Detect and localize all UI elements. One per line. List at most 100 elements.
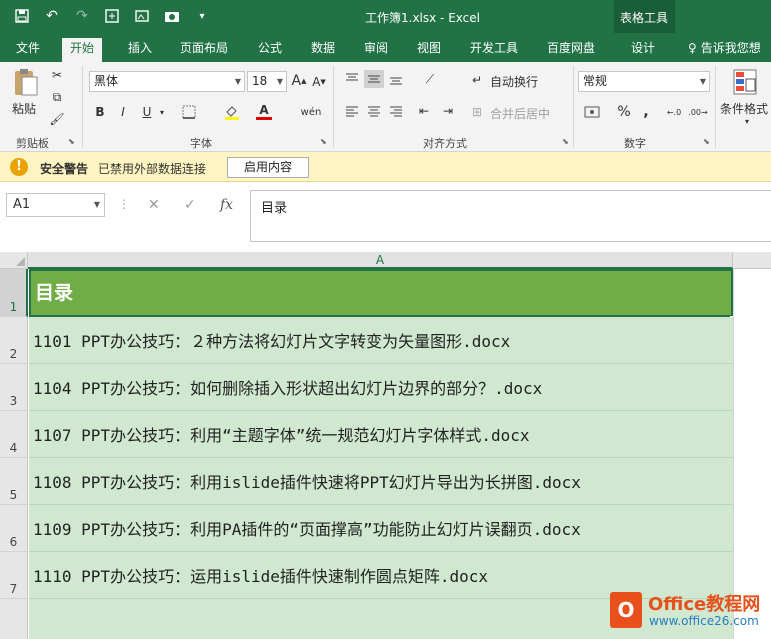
decrease-decimal-icon[interactable]: .00→	[688, 102, 708, 122]
percent-button[interactable]: %	[614, 102, 634, 122]
cell-text: 1104 PPT办公技巧：如何删除插入形状超出幻灯片边界的部分？.docx	[33, 379, 543, 398]
tab-data[interactable]: 数据	[303, 38, 343, 62]
watermark-url: www.office26.com	[649, 614, 759, 628]
enable-content-button[interactable]: 启用内容	[227, 157, 309, 178]
tab-file[interactable]: 文件	[8, 38, 48, 62]
undo-icon[interactable]: ↶	[42, 6, 62, 26]
align-bottom-icon[interactable]	[386, 70, 406, 88]
align-center-icon[interactable]	[364, 102, 384, 120]
align-top-icon[interactable]	[342, 70, 362, 88]
table-row[interactable]: 1108 PPT办公技巧：利用islide插件快速将PPT幻灯片导出为长拼图.d…	[29, 458, 733, 505]
font-size-value: 18	[252, 74, 268, 88]
formula-input[interactable]: 目录	[250, 190, 771, 242]
merge-center-button[interactable]: 合并后居中	[490, 105, 550, 122]
redo-icon[interactable]: ↷	[72, 6, 92, 26]
fill-color-icon[interactable]	[223, 102, 241, 122]
align-middle-icon[interactable]	[364, 70, 384, 88]
name-box[interactable]: A1 ▼	[6, 193, 105, 217]
chevron-down-icon[interactable]: ▾	[157, 102, 167, 122]
clipboard-group-label: 剪贴板	[16, 137, 49, 150]
row-header[interactable]: 3	[0, 364, 28, 411]
separator	[573, 66, 574, 148]
paste-label[interactable]: 粘贴	[12, 100, 36, 117]
bold-button[interactable]: B	[92, 102, 108, 122]
row-header[interactable]: 1	[0, 269, 28, 317]
number-launcher-icon[interactable]: ⬊	[703, 138, 711, 146]
row-header[interactable]	[0, 599, 28, 639]
tab-insert[interactable]: 插入	[120, 38, 160, 62]
cancel-icon[interactable]: ✕	[148, 197, 160, 213]
select-all-button[interactable]	[0, 252, 28, 269]
grow-font-button[interactable]: A ▲	[291, 71, 307, 91]
column-header-a[interactable]: A	[28, 252, 733, 269]
cell-text: 1110 PPT办公技巧：运用islide插件快速制作圆点矩阵.docx	[33, 567, 489, 586]
increase-decimal-icon[interactable]: ←.0	[664, 102, 684, 122]
borders-icon[interactable]	[180, 102, 198, 122]
chevron-down-icon[interactable]: ▾	[742, 116, 752, 126]
align-left-icon[interactable]	[342, 102, 362, 120]
decrease-indent-icon[interactable]: ⇤	[414, 102, 434, 120]
tab-developer[interactable]: 开发工具	[462, 38, 526, 62]
format-painter-icon[interactable]: 🖌	[48, 110, 66, 128]
customize-qat-icon[interactable]: ▾	[192, 6, 212, 26]
merge-center-icon[interactable]: ⊞	[469, 104, 485, 120]
comma-button[interactable]: ,	[638, 102, 654, 122]
row-number: 3	[9, 394, 18, 408]
font-color-swatch	[256, 116, 272, 120]
chevron-down-icon: ▼	[234, 77, 241, 86]
tab-view[interactable]: 视图	[409, 38, 449, 62]
accounting-format-icon[interactable]	[580, 102, 606, 122]
tab-baidu-netdisk[interactable]: 百度网盘	[539, 38, 603, 62]
table-row[interactable]: 1101 PPT办公技巧：２种方法将幻灯片文字转变为矢量图形.docx	[29, 317, 733, 364]
conditional-formatting-label[interactable]: 条件格式	[720, 100, 768, 117]
font-size-select[interactable]: 18 ▼	[247, 71, 287, 92]
alignment-group-label: 对齐方式	[423, 137, 467, 150]
clipboard-launcher-icon[interactable]: ⬊	[68, 138, 76, 146]
wrap-text-button[interactable]: 自动换行	[490, 73, 538, 90]
row-number: 1	[9, 300, 18, 314]
save-icon[interactable]	[12, 6, 32, 26]
font-color-button[interactable]: A	[255, 100, 273, 122]
phonetic-button[interactable]: wén	[299, 102, 323, 122]
row-header[interactable]: 7	[0, 552, 28, 599]
align-right-icon[interactable]	[386, 102, 406, 120]
tab-page-layout[interactable]: 页面布局	[172, 38, 236, 62]
tab-formulas[interactable]: 公式	[250, 38, 290, 62]
shrink-font-button[interactable]: A ▼	[311, 73, 327, 91]
tell-me-box[interactable]: ♀ 告诉我您想	[688, 39, 761, 56]
fit-icon[interactable]	[102, 6, 122, 26]
table-row[interactable]: 1109 PPT办公技巧：利用PA插件的“页面撑高”功能防止幻灯片误翻页.doc…	[29, 505, 733, 552]
camera-icon[interactable]	[162, 6, 182, 26]
font-name-select[interactable]: 黑体 ▼	[89, 71, 245, 92]
paste-icon[interactable]	[10, 66, 42, 98]
row-header[interactable]: 2	[0, 317, 28, 364]
table-row[interactable]: 1107 PPT办公技巧：利用“主题字体”统一规范幻灯片字体样式.docx	[29, 411, 733, 458]
insert-function-icon[interactable]: fx	[220, 197, 233, 213]
increase-indent-icon[interactable]: ⇥	[438, 102, 458, 120]
conditional-formatting-icon[interactable]	[728, 66, 762, 98]
column-b-area[interactable]	[733, 269, 771, 639]
tab-review[interactable]: 审阅	[356, 38, 396, 62]
number-format-select[interactable]: 常规 ▼	[578, 71, 710, 92]
row-header[interactable]: 4	[0, 411, 28, 458]
insert-picture-icon[interactable]	[132, 6, 152, 26]
font-name-value: 黑体	[94, 74, 119, 88]
table-row[interactable]: 1104 PPT办公技巧：如何删除插入形状超出幻灯片边界的部分？.docx	[29, 364, 733, 411]
cut-icon[interactable]: ✂	[48, 66, 66, 84]
cell-a1[interactable]: 目录	[29, 269, 733, 317]
grow-font-label: A	[291, 73, 302, 89]
font-launcher-icon[interactable]: ⬊	[320, 138, 328, 146]
tab-home[interactable]: 开始	[62, 38, 103, 62]
underline-button[interactable]: U	[139, 102, 155, 122]
italic-button[interactable]: I	[115, 102, 131, 122]
copy-icon[interactable]: ⧉	[48, 88, 66, 106]
wrap-text-icon[interactable]: ↵	[469, 72, 485, 88]
formula-bar-handle-icon[interactable]: ⋮	[118, 197, 130, 211]
row-header[interactable]: 5	[0, 458, 28, 505]
row-header[interactable]: 6	[0, 505, 28, 552]
enter-icon[interactable]: ✓	[184, 197, 196, 213]
number-format-value: 常规	[583, 74, 608, 88]
alignment-launcher-icon[interactable]: ⬊	[562, 138, 570, 146]
orientation-icon[interactable]: ⟋	[418, 70, 442, 88]
tab-design[interactable]: 设计	[623, 38, 663, 62]
